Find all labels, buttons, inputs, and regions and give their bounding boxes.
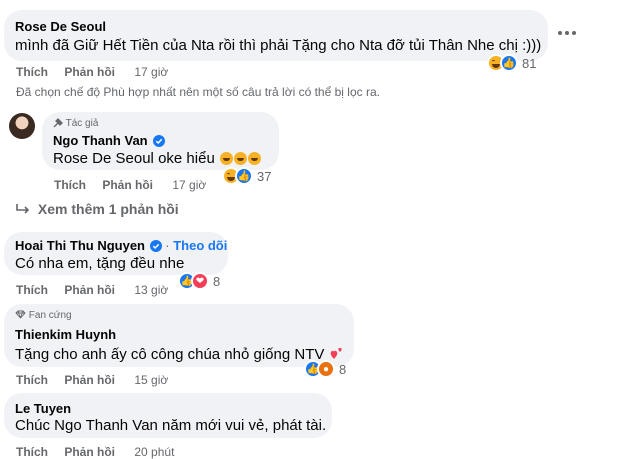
- angry-reaction-icon: ●: [317, 360, 335, 378]
- diamond-icon: [15, 310, 26, 322]
- like-button[interactable]: Thích: [16, 445, 48, 459]
- reply-button[interactable]: Phản hồi: [102, 178, 153, 192]
- mention-link[interactable]: Rose De Seoul: [53, 150, 154, 167]
- comment-time[interactable]: 17 giờ: [172, 178, 206, 192]
- comment-time[interactable]: 15 giờ: [134, 373, 168, 387]
- comment-author: Hoai Thi Thu Nguyen · Theo dõi: [15, 238, 228, 255]
- reply-button[interactable]: Phản hồi: [64, 445, 115, 459]
- reaction-count: 8: [213, 273, 221, 289]
- comment-text: Tặng cho anh ấy cô công chúa nhỏ giống N…: [15, 345, 345, 365]
- author-name[interactable]: Hoai Thi Thu Nguyen: [15, 238, 145, 253]
- haha-reaction-icon: [222, 167, 240, 185]
- comment-time[interactable]: 20 phút: [134, 445, 174, 459]
- more-options-icon[interactable]: [556, 26, 578, 40]
- avatar[interactable]: [9, 113, 35, 139]
- haha-emoji-icon: [247, 152, 261, 165]
- reaction-count: 81: [522, 55, 537, 71]
- reaction-count: 37: [257, 168, 272, 184]
- haha-emoji-icon: [233, 152, 247, 165]
- comment-bubble: Rose De Seoul mình đã Giữ Hết Tiền của N…: [4, 10, 548, 61]
- like-button[interactable]: Thích: [54, 178, 86, 192]
- author-name[interactable]: Ngo Thanh Van: [53, 133, 148, 148]
- comment-author: Ngo Thanh Van: [53, 133, 166, 150]
- comment-author[interactable]: Rose De Seoul: [15, 19, 106, 34]
- fan-badge: Fan cứng: [15, 310, 72, 322]
- comment-actions: Thích Phản hồi 13 giờ: [16, 283, 168, 297]
- comment-bubble: Fan cứng Thienkim Huynh Tặng cho anh ấy …: [4, 304, 354, 367]
- comment-author[interactable]: Le Tuyen: [15, 401, 71, 416]
- reaction-count: 8: [339, 361, 347, 377]
- reaction-summary[interactable]: 👍 81: [487, 54, 536, 72]
- comment-actions: Thích Phản hồi 17 giờ: [16, 65, 168, 79]
- more-replies-label: Xem thêm 1 phản hồi: [37, 201, 179, 217]
- comment-time[interactable]: 17 giờ: [134, 65, 168, 79]
- haha-reaction-icon: [487, 54, 505, 72]
- comment-text: Chúc Ngo Thanh Van năm mới vui vẻ, phát …: [15, 417, 327, 434]
- verified-badge-icon: [149, 240, 162, 255]
- comment-actions: Thích Phản hồi 20 phút: [16, 445, 174, 459]
- comment-text-content: Tặng cho anh ấy cô công chúa nhỏ giống N…: [15, 346, 325, 363]
- comment-text: mình đã Giữ Hết Tiền của Nta rồi thì phả…: [15, 37, 542, 54]
- verified-badge-icon: [153, 135, 166, 150]
- comment-author[interactable]: Thienkim Huynh: [15, 327, 116, 342]
- reply-button[interactable]: Phản hồi: [64, 373, 115, 387]
- comment-time[interactable]: 13 giờ: [134, 283, 168, 297]
- haha-emoji-icon: [219, 152, 233, 165]
- filter-notice: Đã chọn chế độ Phù hợp nhất nên một số c…: [16, 85, 380, 99]
- reaction-summary[interactable]: 👍 37: [222, 167, 271, 185]
- comment-actions: Thích Phản hồi 17 giờ: [54, 178, 206, 192]
- fan-badge-label: Fan cứng: [28, 310, 72, 321]
- reply-bubble: Tác giả Ngo Thanh Van Rose De Seoul oke …: [42, 112, 279, 170]
- comment-text: Có nha em, tặng đều nhe: [15, 255, 185, 272]
- reaction-summary[interactable]: 👍 ● 8: [304, 360, 346, 378]
- reply-text: oke hiểu: [158, 150, 215, 167]
- reply-arrow-icon: [16, 202, 30, 218]
- like-button[interactable]: Thích: [16, 65, 48, 79]
- like-button[interactable]: Thích: [16, 373, 48, 387]
- reply-button[interactable]: Phản hồi: [64, 283, 115, 297]
- like-button[interactable]: Thích: [16, 283, 48, 297]
- comment-bubble: Le Tuyen Chúc Ngo Thanh Van năm mới vui …: [4, 393, 332, 438]
- author-badge-label: Tác giả: [65, 118, 99, 129]
- reaction-summary[interactable]: 👍 ❤ 8: [178, 272, 220, 290]
- more-replies-link[interactable]: Xem thêm 1 phản hồi: [16, 201, 179, 218]
- reply-button[interactable]: Phản hồi: [64, 65, 115, 79]
- author-badge: Tác giả: [53, 118, 98, 131]
- comment-actions: Thích Phản hồi 15 giờ: [16, 373, 168, 387]
- follow-button[interactable]: Theo dõi: [173, 238, 227, 253]
- comment-bubble: Hoai Thi Thu Nguyen · Theo dõi Có nha em…: [4, 232, 228, 275]
- comment-text: Rose De Seoul oke hiểu: [53, 150, 261, 167]
- love-reaction-icon: ❤: [191, 272, 209, 290]
- author-badge-icon: [53, 118, 63, 131]
